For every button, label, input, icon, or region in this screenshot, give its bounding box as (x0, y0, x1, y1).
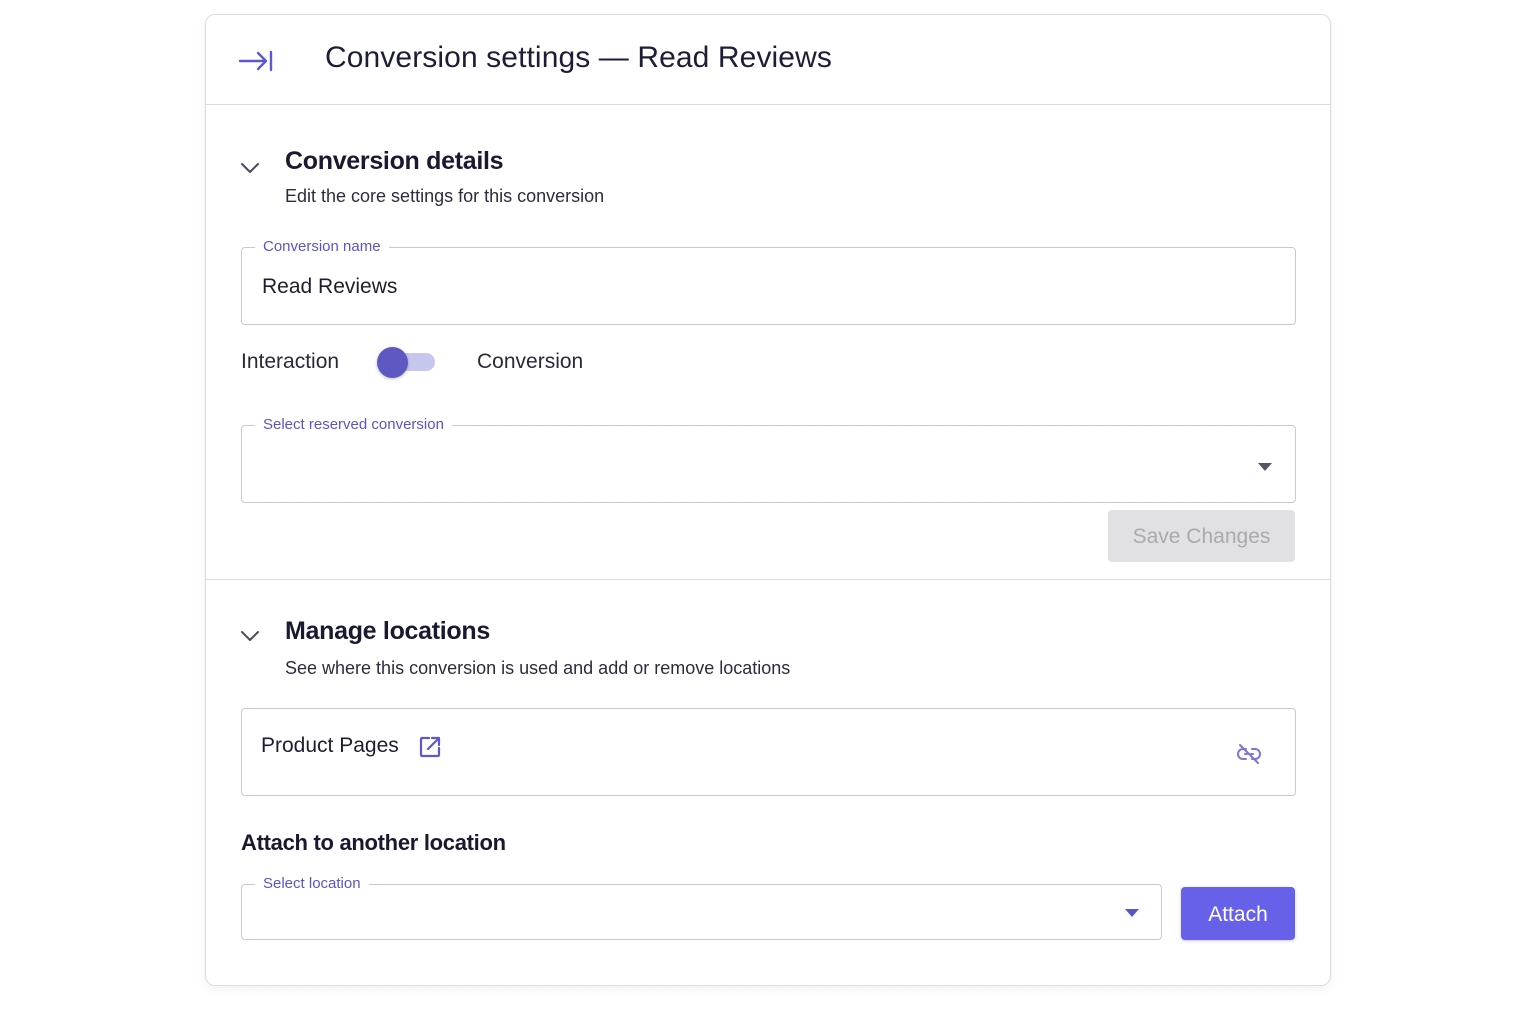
page-title: Conversion settings — Read Reviews (325, 41, 832, 74)
select-location-dropdown[interactable]: Select location (241, 874, 1162, 940)
conversion-settings-panel: Conversion settings — Read Reviews Conve… (205, 14, 1331, 986)
reserved-conversion-label: Select reserved conversion (255, 415, 452, 435)
section-subtitle: See where this conversion is used and ad… (285, 658, 791, 678)
select-location-label: Select location (255, 874, 369, 894)
conversion-name-label: Conversion name (255, 237, 389, 257)
collapse-panel-icon[interactable] (238, 47, 274, 75)
conversion-details-section: Conversion details Edit the core setting… (206, 105, 1330, 580)
attach-location-heading: Attach to another location (241, 830, 506, 855)
chevron-down-icon[interactable] (238, 160, 262, 176)
conversion-name-input[interactable] (262, 275, 1162, 299)
external-link-icon[interactable] (418, 735, 442, 759)
section-subtitle: Edit the core settings for this conversi… (285, 186, 605, 206)
toggle-knob (377, 347, 408, 378)
dropdown-arrow-icon (1125, 909, 1139, 917)
location-name-link[interactable]: Product Pages (261, 734, 399, 758)
attach-button[interactable]: Attach (1181, 887, 1295, 940)
unlink-icon[interactable] (1235, 740, 1263, 768)
conversion-name-field: Conversion name (241, 237, 1296, 325)
conversion-type-toggle[interactable] (377, 347, 437, 378)
toggle-label-interaction: Interaction (241, 350, 340, 373)
section-title: Conversion details (285, 147, 504, 175)
toggle-label-conversion: Conversion (477, 350, 584, 373)
panel-header: Conversion settings — Read Reviews (206, 15, 1330, 105)
reserved-conversion-select[interactable]: Select reserved conversion (241, 415, 1296, 503)
save-changes-button[interactable]: Save Changes (1108, 510, 1295, 562)
dropdown-arrow-icon (1258, 463, 1272, 471)
section-title: Manage locations (285, 617, 490, 645)
location-item: Product Pages (241, 708, 1296, 796)
chevron-down-icon[interactable] (238, 628, 262, 644)
manage-locations-section: Manage locations See where this conversi… (206, 580, 1330, 985)
conversion-type-toggle-row: Interaction Conversion (241, 345, 741, 379)
